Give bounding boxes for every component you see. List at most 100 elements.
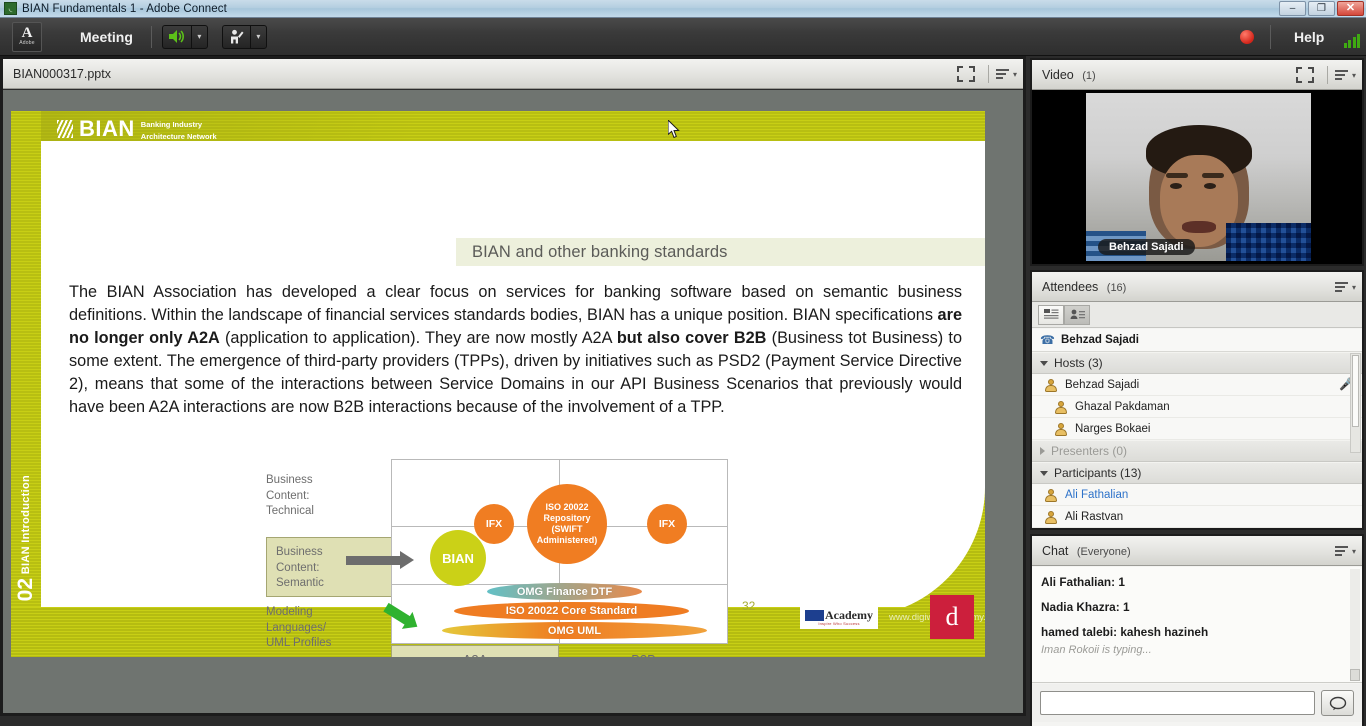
speaker-icon [168,30,184,43]
raise-hand-icon [230,29,244,43]
diagram-row-label-line: Modeling [266,606,313,618]
fullscreen-icon[interactable] [1295,67,1314,83]
bian-logo-sub-line2: Architecture Network [140,132,217,141]
attendee-row[interactable]: Behzad Sajadi 🎤 [1032,374,1362,396]
attendee-row[interactable]: Ali Rastvan [1032,506,1362,528]
maximize-button[interactable]: ❐ [1308,1,1335,16]
attendee-group-header[interactable]: Participants (13) [1032,462,1362,484]
chat-typing-status: Iman Rokoii is typing... [1041,644,1152,656]
slide-body-run-3: but also cover B2B [616,329,767,347]
user-icon [1044,488,1058,502]
chat-message-list[interactable]: Ali Fathalian: 1 Nadia Khazra: 1 hamed tal… [1032,567,1362,683]
chat-scrollbar[interactable] [1350,569,1360,681]
chat-pod-header-actions: ▾ [1334,536,1356,566]
close-button[interactable]: ✕ [1337,1,1364,16]
chevron-down-icon [1040,470,1048,476]
bian-logo: BIAN Banking Industry Architecture Netwo… [57,116,217,142]
diagram-row-label-technical: Business Content: Technical [266,473,314,520]
pod-options-icon[interactable]: ▾ [1334,544,1356,558]
attendee-self-row: ☎ Behzad Sajadi [1032,329,1362,352]
attendees-pod-title: Attendees (16) [1042,280,1126,294]
attendees-count: (16) [1106,281,1127,294]
attendee-row[interactable]: Ghazal Pakdaman [1032,396,1362,418]
raise-hand-group: ▾ [221,24,267,49]
bian-logo-sub-line1: Banking Industry [140,120,203,129]
chat-pod-header: Chat (Everyone) ▾ [1032,536,1362,566]
header-divider [1326,66,1328,84]
chat-message: hamed talebi: kahesh hazineh [1041,625,1209,639]
iso-line-4: Administered) [536,535,598,545]
chat-pod: Chat (Everyone) ▾ Ali Fathalian: 1 Nadia … [1030,534,1364,726]
diagram-band-omg-uml: OMG UML [442,622,707,639]
chevron-down-icon [1040,360,1048,366]
video-pod-count: (1) [1082,69,1096,82]
slide-section-title: BIAN Introduction [20,475,32,575]
diagram-band-iso20022-core: ISO 20022 Core Standard [454,602,689,620]
attendee-self-name: Behzad Sajadi [1061,334,1139,346]
pod-options-icon[interactable]: ▾ [1334,280,1356,294]
user-icon [1054,422,1068,436]
slide-page-number: 32 [742,599,756,613]
chat-pod-title-text: Chat [1042,543,1069,558]
standards-landscape-diagram: Business Content: Technical Business Conten… [266,459,736,657]
user-icon [1044,510,1058,524]
list-view-icon[interactable] [1038,304,1064,325]
pod-options-icon[interactable]: ▾ [1334,68,1356,82]
speaker-dropdown-caret[interactable]: ▾ [190,24,208,49]
card-view-icon[interactable] [1064,304,1090,325]
meeting-menu[interactable]: Meeting [72,25,141,49]
video-area[interactable]: Behzad Sajadi [1032,90,1362,264]
attendee-group-label: Hosts (3) [1054,356,1103,370]
connect-app-icon: ◟ [4,2,17,15]
attendee-name: Ali Fathalian [1065,488,1129,501]
attendee-row[interactable]: Ali Fathalian [1032,484,1362,506]
attendees-view-toolbar [1032,302,1362,328]
bian-logo-subtitle: Banking Industry Architecture Network [141,117,217,141]
digiwise-badge: d [930,595,974,639]
diagram-band-omg-finance-dtf: OMG Finance DTF [487,583,642,600]
slide-body-run-2: (application to application). They are n… [219,329,617,347]
app-toolbar: A Adobe Meeting ▾ ▾ Help [0,18,1366,56]
user-icon [1044,378,1058,392]
chat-bubble-icon [1329,696,1346,710]
connection-strength-icon[interactable] [1343,32,1360,48]
speaker-button[interactable] [161,24,191,49]
share-pod-body: BIAN Banking Industry Architecture Netwo… [3,90,1023,713]
webcam-feed[interactable]: Behzad Sajadi [1086,93,1311,261]
diagram-column-label-a2a: A2A [391,645,559,657]
diagram-row-label-line: Business [266,474,313,486]
academy-logo-tagline: Inspire Who Success [818,621,860,626]
diagram-grid: IFX ISO 20022 Repository (SWIFT Administ… [391,459,728,644]
minimize-button[interactable]: – [1279,1,1306,16]
attendees-scrollbar[interactable] [1350,353,1361,453]
share-pod-title: BIAN000317.pptx [13,66,111,81]
user-icon [1054,400,1068,414]
help-menu[interactable]: Help [1288,27,1330,47]
attendee-group-header[interactable]: Presenters (0) [1032,440,1362,462]
chat-pod-title: Chat (Everyone) [1042,544,1131,558]
adobe-brand-text: Adobe [19,40,35,46]
raise-hand-dropdown-caret[interactable]: ▾ [249,24,267,49]
diagram-row-label-semantic: Business Content: Semantic [276,545,324,592]
toolbar-divider [150,25,152,48]
attendee-row[interactable]: Narges Bokaei [1032,418,1362,440]
diagram-row-label-line: Content: [276,561,320,574]
diagram-row-label-line: Business [276,546,323,558]
attendee-group-header[interactable]: Hosts (3) [1032,352,1362,374]
chat-send-button[interactable] [1321,690,1354,716]
slide-body-run-0: The BIAN Association has developed a cle… [69,283,962,324]
presentation-slide[interactable]: BIAN Banking Industry Architecture Netwo… [11,111,985,657]
attendee-group-label: Participants (13) [1054,466,1142,480]
window-title-bar: ◟ BIAN Fundamentals 1 - Adobe Connect – … [0,0,1366,18]
toolbar-divider-right [1270,25,1271,49]
pod-options-icon[interactable]: ▾ [995,67,1017,81]
share-pod: BIAN000317.pptx ▾ BIAN Banking Industry … [0,56,1026,716]
chat-input[interactable] [1040,691,1315,715]
slide-title: BIAN and other banking standards [472,242,728,261]
attendees-list[interactable]: Hosts (3) Behzad Sajadi 🎤 Ghazal Pakdaman Na… [1032,352,1362,528]
raise-hand-button[interactable] [221,24,250,49]
fullscreen-icon[interactable] [956,66,975,82]
iso-line-1: ISO 20022 [545,502,589,512]
chat-input-row [1032,684,1362,722]
mouse-cursor [668,120,680,139]
